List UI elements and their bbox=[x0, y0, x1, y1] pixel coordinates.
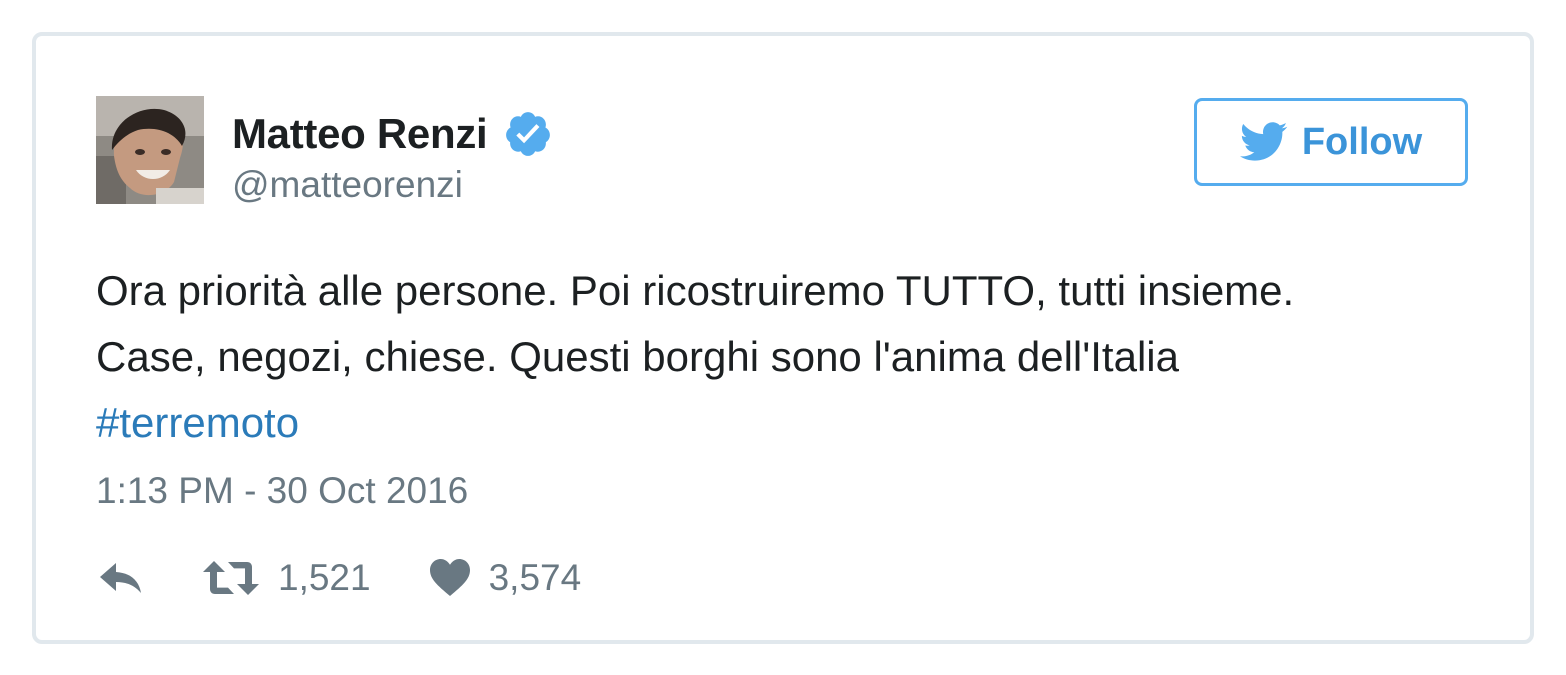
tweet-card: Matteo Renzi @matteorenzi Follow Ora pri… bbox=[32, 32, 1534, 644]
retweet-count: 1,521 bbox=[278, 557, 371, 598]
author-handle[interactable]: @matteorenzi bbox=[232, 164, 463, 206]
follow-button[interactable]: Follow bbox=[1194, 98, 1468, 186]
follow-label: Follow bbox=[1301, 120, 1423, 163]
tweet-text-line-2: Case, negozi, chiese. Questi borghi sono… bbox=[96, 333, 1179, 380]
tweet-text-line-1: Ora priorità alle persone. Poi ricostrui… bbox=[96, 267, 1295, 314]
tweet-timestamp[interactable]: 1:13 PM - 30 Oct 2016 bbox=[96, 470, 468, 512]
heart-icon bbox=[429, 558, 471, 598]
like-button[interactable]: 3,574 bbox=[429, 557, 582, 599]
reply-button[interactable] bbox=[96, 558, 146, 598]
author-name[interactable]: Matteo Renzi bbox=[232, 110, 488, 158]
tweet-actions: 1,521 3,574 bbox=[96, 548, 581, 608]
hashtag-link[interactable]: #terremoto bbox=[96, 399, 299, 446]
avatar[interactable] bbox=[96, 96, 204, 204]
retweet-button[interactable]: 1,521 bbox=[202, 557, 371, 599]
verified-badge-icon bbox=[503, 109, 553, 159]
like-count: 3,574 bbox=[488, 557, 582, 598]
reply-icon bbox=[96, 558, 146, 598]
twitter-bird-icon bbox=[1239, 122, 1288, 162]
retweet-icon bbox=[202, 558, 260, 598]
tweet-text: Ora priorità alle persone. Poi ricostrui… bbox=[96, 258, 1496, 456]
avatar-photo bbox=[96, 96, 204, 204]
author-name-row: Matteo Renzi bbox=[232, 106, 553, 162]
